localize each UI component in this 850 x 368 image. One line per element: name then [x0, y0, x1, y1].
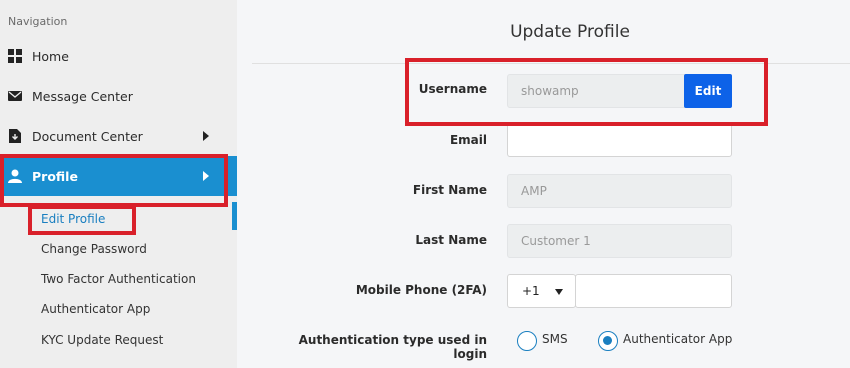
sms-radio-label: SMS: [542, 332, 568, 346]
submenu-item-change-password[interactable]: Change Password: [41, 242, 147, 256]
submenu-item-authenticator-app[interactable]: Authenticator App: [41, 302, 150, 316]
sidebar-item-message-center[interactable]: Message Center: [0, 76, 237, 116]
sidebar-item-label: Document Center: [32, 128, 143, 144]
main-content: Update Profile Username showamp Edit Ema…: [237, 0, 850, 368]
sidebar-item-document-center[interactable]: Document Center: [0, 116, 237, 156]
dropdown-arrow-icon: [555, 289, 563, 295]
document-download-icon: [8, 129, 22, 143]
caret-right-icon: [203, 131, 209, 141]
page-title: Update Profile: [510, 22, 630, 42]
nav-heading: Navigation: [8, 15, 68, 28]
first-name-label: First Name: [412, 183, 487, 197]
last-name-field: Customer 1: [507, 224, 732, 258]
authenticator-app-radio-label: Authenticator App: [623, 332, 733, 346]
email-label: Email: [449, 133, 487, 147]
grid-icon: [8, 49, 22, 63]
email-field[interactable]: [507, 123, 732, 157]
highlight-box-edit-profile: [28, 205, 136, 235]
auth-type-label: Authentication type used in login: [298, 333, 487, 361]
sidebar-item-label: Message Center: [32, 88, 133, 104]
first-name-field: AMP: [507, 174, 732, 208]
sidebar-item-home[interactable]: Home: [0, 36, 237, 76]
sms-radio[interactable]: [517, 331, 537, 351]
country-code-value: +1: [522, 284, 540, 298]
country-code-select[interactable]: +1: [507, 274, 576, 308]
submenu-item-kyc-update-request[interactable]: KYC Update Request: [41, 333, 163, 347]
envelope-icon: [8, 89, 22, 103]
mobile-phone-field[interactable]: [575, 274, 732, 308]
last-name-label: Last Name: [415, 233, 487, 247]
highlight-box-username: [405, 58, 768, 126]
sidebar-item-label: Home: [32, 48, 69, 64]
authenticator-app-radio[interactable]: [598, 331, 618, 351]
highlight-box-profile: [0, 154, 228, 207]
submenu-item-two-factor-authentication[interactable]: Two Factor Authentication: [41, 272, 196, 286]
mobile-phone-label: Mobile Phone (2FA): [355, 283, 487, 297]
